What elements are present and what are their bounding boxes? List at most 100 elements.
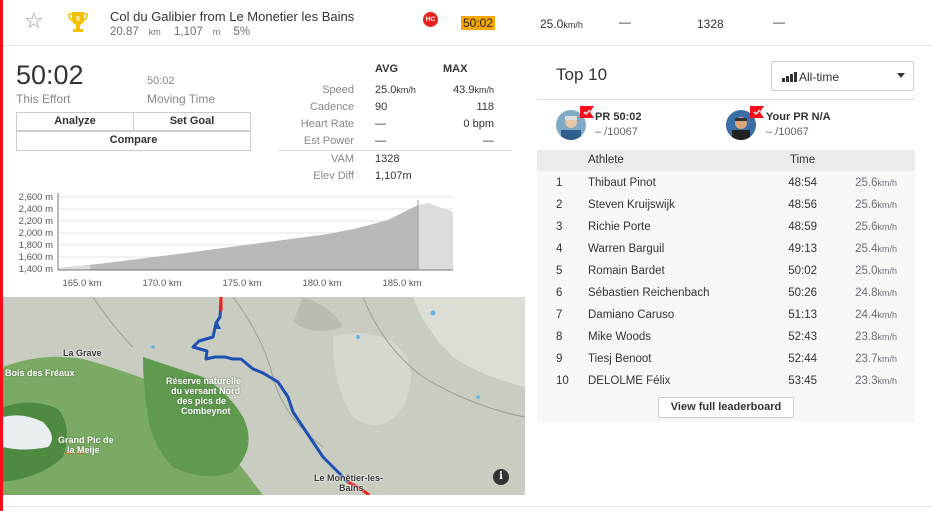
athlete-time: 53:45 — [788, 375, 817, 387]
map-label-meije: la Meije — [67, 445, 100, 455]
segment-hr: — — [773, 15, 785, 29]
pr-title: PR 50:02 — [595, 111, 642, 123]
x-tick-label: 180.0 km — [302, 278, 341, 289]
stat-label: Speed — [322, 84, 354, 96]
segment-speed-unit: km/h — [563, 20, 583, 30]
table-row[interactable]: 6 Sébastien Reichenbach 50:26 24.8km/h — [537, 282, 915, 304]
athlete-name-link[interactable]: Thibaut Pinot — [588, 177, 656, 189]
athlete-name-link[interactable]: Romain Bardet — [588, 265, 665, 277]
athlete-time: 48:54 — [788, 177, 817, 189]
stat-max: — — [483, 135, 494, 147]
map-label-reserve: des pics de — [177, 396, 227, 406]
x-tick-label: 185.0 km — [382, 278, 421, 289]
stat-avg: 90 — [375, 101, 388, 113]
info-icon[interactable]: i — [493, 469, 509, 485]
elevation-profile[interactable]: 2,600 m 2,400 m 2,200 m 2,000 m 1,800 m … — [8, 190, 455, 290]
athlete-name-link[interactable]: DELOLME Félix — [588, 375, 670, 387]
stat-avg: — — [375, 118, 386, 130]
leaderboard-header: Athlete Time — [537, 150, 915, 171]
table-row[interactable]: 3 Richie Porte 48:59 25.6km/h — [537, 216, 915, 238]
table-row[interactable]: 8 Mike Woods 52:43 23.8km/h — [537, 326, 915, 348]
moving-time-label: Moving Time — [147, 92, 216, 106]
athlete-time: 52:44 — [788, 353, 817, 365]
athlete-time: 48:56 — [788, 199, 817, 211]
segment-meta: 20.87 km 1,107 m 5% — [110, 26, 260, 38]
leaderboard-filter-value: All-time — [799, 70, 840, 84]
your-pr-title: Your PR N/A — [766, 111, 831, 123]
y-tick-label: 1,600 m — [19, 252, 53, 263]
pr-flag-icon — [580, 106, 594, 118]
athlete-time: 50:02 — [788, 265, 817, 277]
stat-avg: 25.0km/h — [375, 84, 416, 96]
table-row[interactable]: 4 Warren Barguil 49:13 25.4km/h — [537, 238, 915, 260]
table-row[interactable]: 7 Damiano Caruso 51:13 24.4km/h — [537, 304, 915, 326]
map-label-reserve: Réserve naturelle — [166, 376, 242, 386]
table-row[interactable]: 9 Tiesj Benoot 52:44 23.7km/h — [537, 348, 915, 370]
set-goal-button[interactable]: Set Goal — [133, 112, 251, 131]
athlete-speed: 25.4km/h — [855, 243, 897, 255]
stat-label: Est Power — [303, 135, 354, 147]
map-terrain — [3, 297, 525, 495]
athlete-name-link[interactable]: Damiano Caruso — [588, 309, 674, 321]
segment-row[interactable]: ☆ 5 Col du Galibier from Le Monetier les… — [3, 0, 932, 46]
view-full-leaderboard-button[interactable]: View full leaderboard — [658, 397, 794, 418]
your-pr-rank: – /10067 — [766, 126, 809, 138]
segment-map[interactable]: La Grave Bois des Fréaux Réserve naturel… — [3, 297, 525, 495]
athlete-name-link[interactable]: Warren Barguil — [588, 243, 664, 255]
y-tick-label: 2,600 m — [19, 192, 53, 203]
divider — [3, 506, 932, 507]
stat-max: 43.9km/h — [453, 84, 494, 96]
stat-max: 0 bpm — [463, 118, 494, 130]
stat-label: Heart Rate — [300, 118, 354, 130]
athlete-name-link[interactable]: Richie Porte — [588, 221, 651, 233]
athlete-speed: 23.7km/h — [855, 353, 897, 365]
x-tick-label: 175.0 km — [222, 278, 261, 289]
table-row[interactable]: 2 Steven Kruijswijk 48:56 25.6km/h — [537, 194, 915, 216]
segment-time: 50:02 — [461, 16, 496, 30]
effort-time: 50:02 — [16, 60, 84, 90]
segment-speed-value: 25.0 — [540, 17, 564, 31]
athlete-speed: 23.8km/h — [855, 331, 897, 343]
map-label-reserve: du versant Nord — [171, 386, 241, 396]
trophy-rank: 5 — [76, 16, 80, 23]
y-tick-label: 1,800 m — [19, 240, 53, 251]
map-label-monetier: Le Monêtier-les- — [314, 473, 384, 483]
athlete-time: 50:26 — [788, 287, 817, 299]
analyze-button[interactable]: Analyze — [16, 112, 134, 131]
athlete-name-link[interactable]: Tiesj Benoot — [588, 353, 652, 365]
athlete-name-link[interactable]: Mike Woods — [588, 331, 651, 343]
trophy-icon: 5 — [68, 12, 88, 32]
athlete-time: 48:59 — [788, 221, 817, 233]
table-row[interactable]: 10 DELOLME Félix 53:45 23.3km/h — [537, 370, 915, 392]
star-icon[interactable]: ☆ — [24, 10, 46, 32]
rank: 4 — [556, 243, 563, 255]
segment-name[interactable]: Col du Galibier from Le Monetier les Bai… — [110, 9, 354, 24]
rank: 7 — [556, 309, 563, 321]
rank: 1 — [556, 177, 563, 189]
leaderboard-table: Athlete Time 1 Thibaut Pinot 48:54 25.6km/h… — [537, 150, 915, 422]
athlete-name-link[interactable]: Sébastien Reichenbach — [588, 287, 709, 299]
segment-distance: 20.87 — [110, 26, 139, 38]
athlete-time: 49:13 — [788, 243, 817, 255]
athlete-name-link[interactable]: Steven Kruijswijk — [588, 199, 675, 211]
segment-elevation: 1,107 — [173, 26, 203, 38]
segment-speed: 25.0km/h — [540, 17, 583, 31]
x-tick-label: 170.0 km — [142, 278, 181, 289]
table-row[interactable]: 5 Romain Bardet 50:02 25.0km/h — [537, 260, 915, 282]
y-tick-label: 1,400 m — [19, 264, 53, 275]
pr-summary: PR 50:02 – /10067 Your PR N/A – /10067 — [537, 99, 915, 150]
vam-label: VAM — [330, 153, 354, 165]
rank: 8 — [556, 331, 563, 343]
rank: 9 — [556, 353, 563, 365]
segment-vam: 1328 — [697, 17, 724, 31]
compare-button[interactable]: Compare — [16, 131, 251, 151]
athlete-speed: 24.8km/h — [855, 287, 897, 299]
effort-label: This Effort — [16, 92, 71, 106]
stat-max: 118 — [476, 101, 494, 113]
pr-rank: – /10067 — [595, 126, 638, 138]
leaderboard-filter-dropdown[interactable]: All-time — [771, 61, 914, 91]
athlete-speed: 24.4km/h — [855, 309, 897, 321]
athlete-speed: 25.6km/h — [855, 221, 897, 233]
your-pr-flag-icon — [750, 106, 764, 118]
table-row[interactable]: 1 Thibaut Pinot 48:54 25.6km/h — [537, 172, 915, 194]
